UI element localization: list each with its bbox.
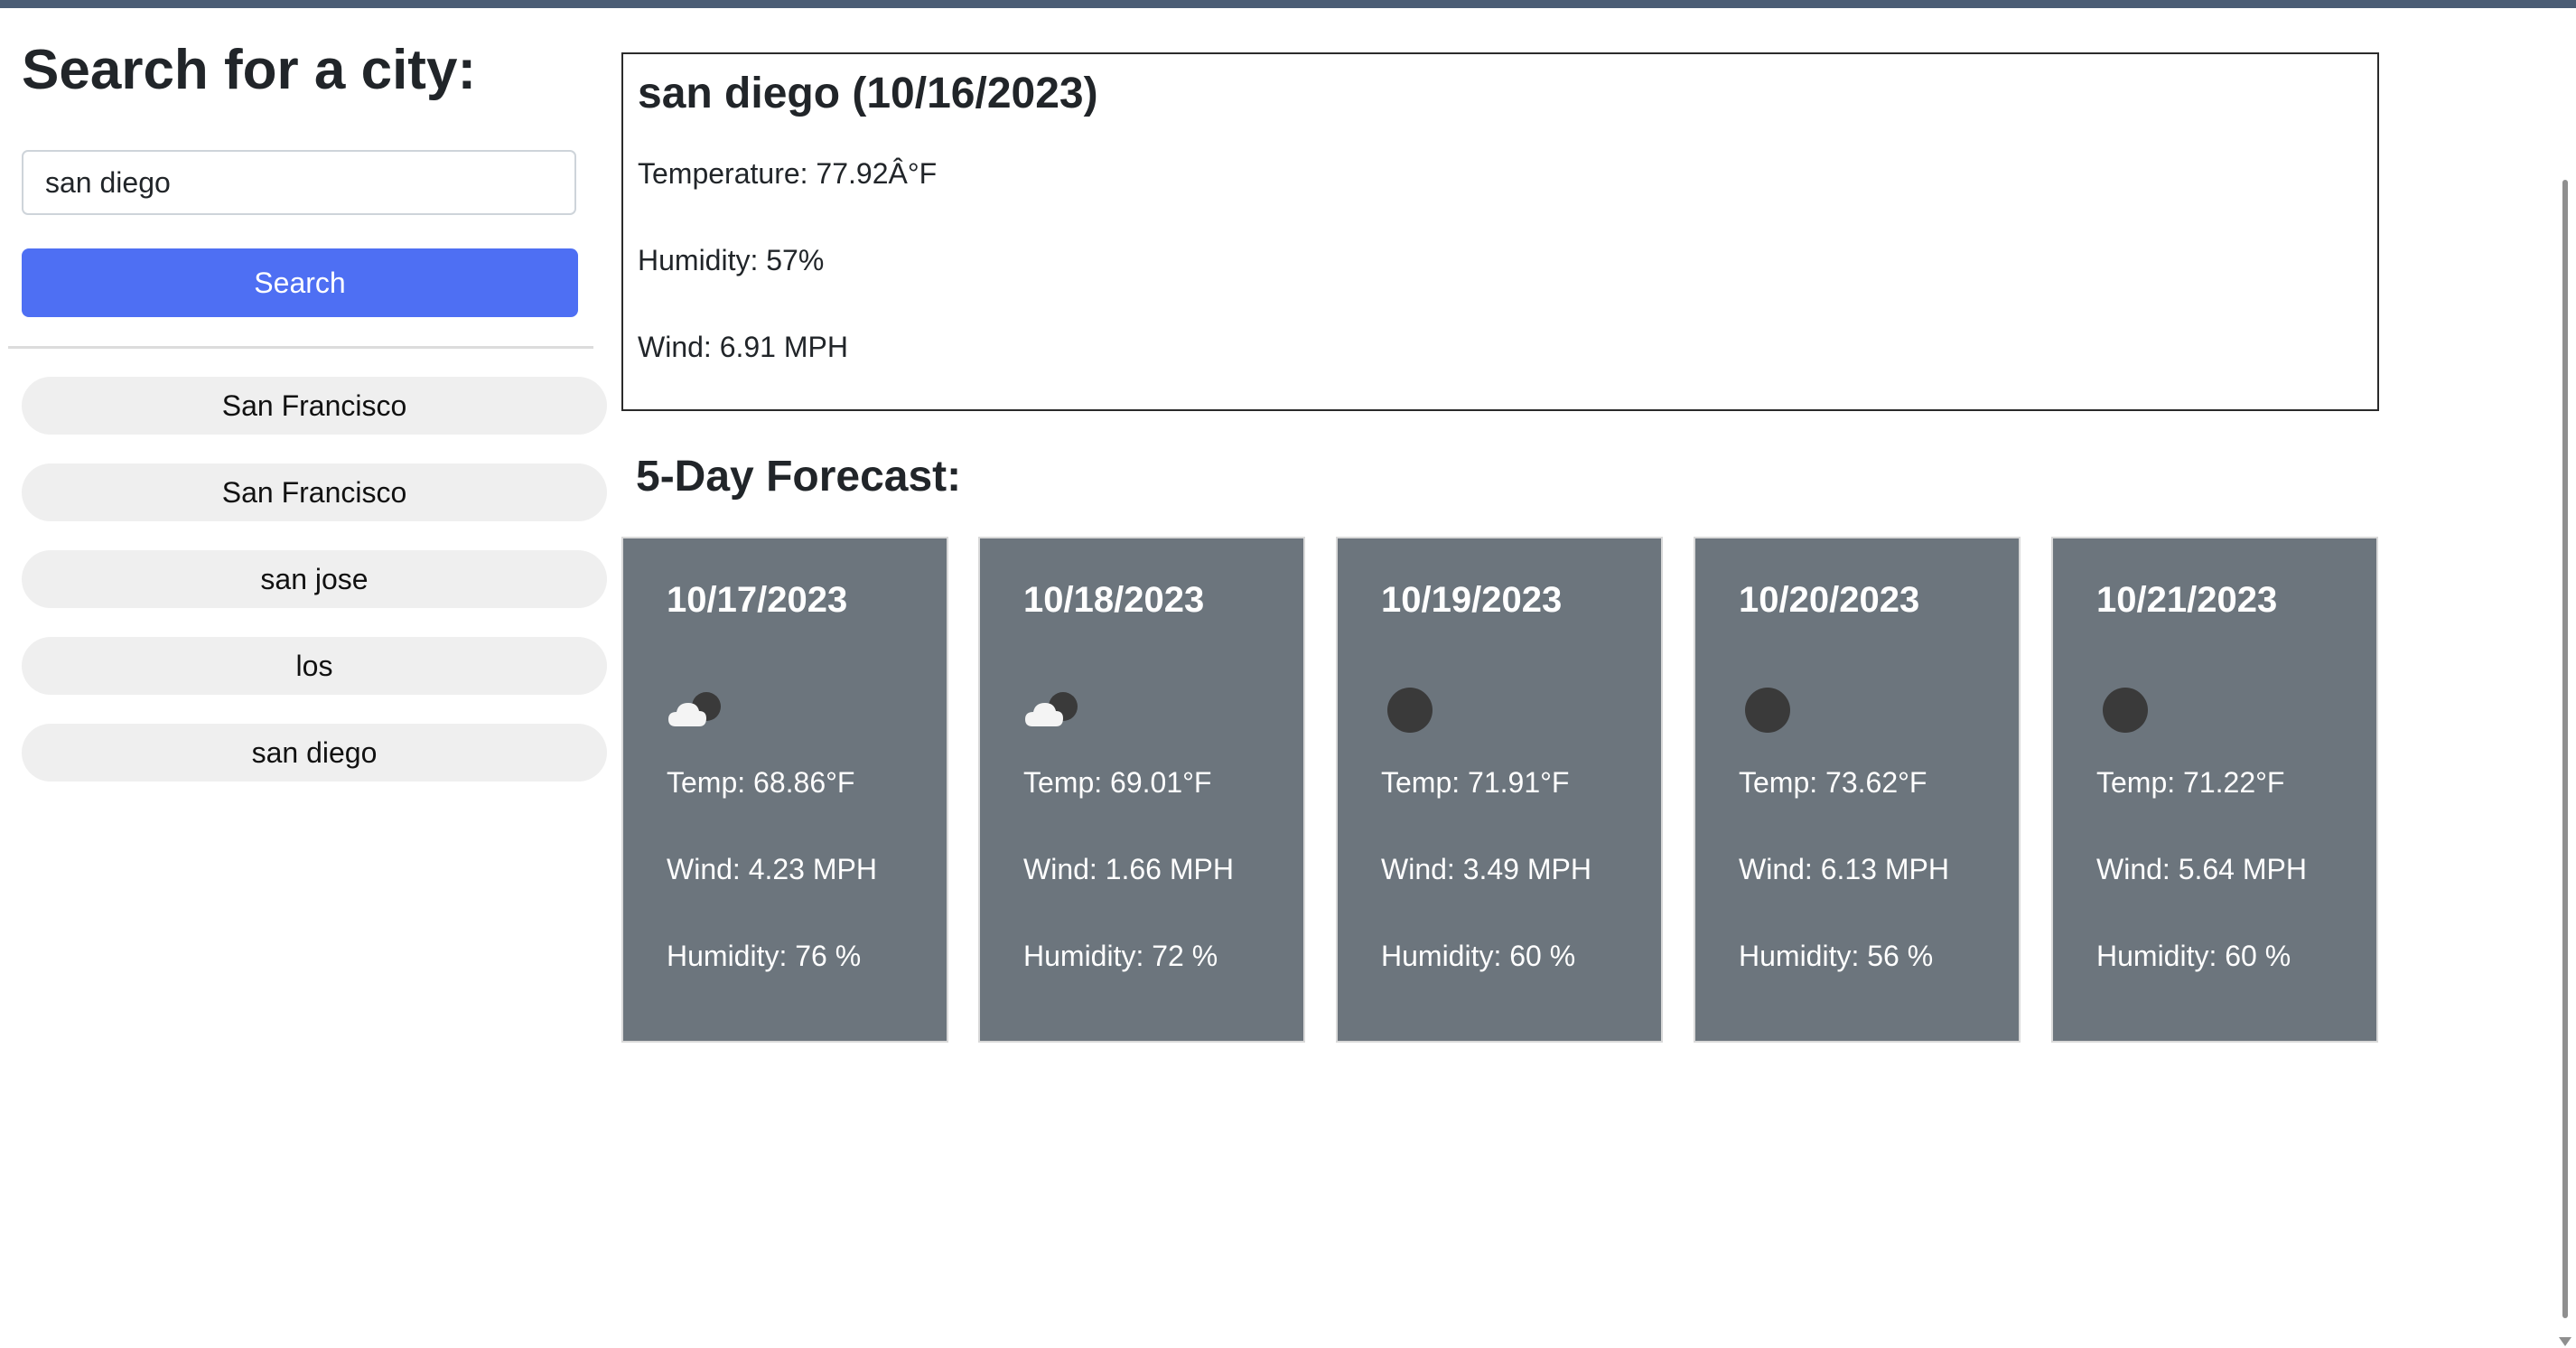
forecast-temp: Temp: 73.62°F	[1739, 766, 1927, 799]
search-history-list: San Francisco San Francisco san jose los…	[22, 377, 607, 810]
forecast-card: 10/21/2023 Temp: 71.22°F Wind: 5.64 MPH …	[2051, 537, 2378, 1043]
clear-night-icon	[1379, 683, 1442, 737]
partly-cloudy-night-icon	[1022, 683, 1085, 737]
forecast-humidity: Humidity: 72 %	[1023, 940, 1218, 972]
current-humidity: Humidity: 57%	[638, 244, 825, 276]
forecast-humidity: Humidity: 76 %	[667, 940, 862, 972]
clear-night-icon	[2095, 683, 2158, 737]
forecast-card: 10/20/2023 Temp: 73.62°F Wind: 6.13 MPH …	[1694, 537, 2021, 1043]
scrollbar-thumb[interactable]	[2562, 180, 2568, 1318]
top-bar	[0, 0, 2576, 8]
current-temperature: Temperature: 77.92Â°F	[638, 157, 938, 190]
clear-night-icon	[1737, 683, 1800, 737]
history-item[interactable]: san jose	[22, 550, 607, 608]
forecast-title: 5-Day Forecast:	[636, 453, 962, 501]
forecast-humidity: Humidity: 56 %	[1739, 940, 1934, 972]
forecast-card: 10/19/2023 Temp: 71.91°F Wind: 3.49 MPH …	[1336, 537, 1663, 1043]
forecast-wind: Wind: 3.49 MPH	[1381, 853, 1591, 885]
forecast-wind: Wind: 4.23 MPH	[667, 853, 877, 885]
current-weather-panel: san diego (10/16/2023) Temperature: 77.9…	[621, 52, 2379, 411]
partly-cloudy-night-icon	[665, 683, 728, 737]
current-wind: Wind: 6.91 MPH	[638, 331, 848, 363]
history-item[interactable]: San Francisco	[22, 463, 607, 521]
forecast-temp: Temp: 69.01°F	[1023, 766, 1212, 799]
forecast-wind: Wind: 5.64 MPH	[2096, 853, 2307, 885]
forecast-date: 10/21/2023	[2096, 580, 2278, 620]
forecast-date: 10/17/2023	[667, 580, 848, 620]
forecast-wind: Wind: 1.66 MPH	[1023, 853, 1234, 885]
forecast-card: 10/17/2023 Temp: 68.86°F Wind: 4.23 MPH …	[621, 537, 948, 1043]
vertical-scrollbar[interactable]	[2556, 8, 2576, 1348]
forecast-temp: Temp: 71.91°F	[1381, 766, 1570, 799]
history-item[interactable]: san diego	[22, 724, 607, 782]
forecast-date: 10/19/2023	[1381, 580, 1563, 620]
history-item[interactable]: los	[22, 637, 607, 695]
history-item[interactable]: San Francisco	[22, 377, 607, 435]
forecast-wind: Wind: 6.13 MPH	[1739, 853, 1949, 885]
forecast-date: 10/20/2023	[1739, 580, 1920, 620]
forecast-temp: Temp: 71.22°F	[2096, 766, 2285, 799]
forecast-card: 10/18/2023 Temp: 69.01°F Wind: 1.66 MPH …	[978, 537, 1305, 1043]
search-heading: Search for a city:	[22, 39, 477, 101]
forecast-temp: Temp: 68.86°F	[667, 766, 855, 799]
forecast-humidity: Humidity: 60 %	[2096, 940, 2291, 972]
city-search-input[interactable]	[22, 150, 576, 215]
scroll-down-arrow-icon[interactable]	[2559, 1337, 2571, 1346]
current-city-heading: san diego (10/16/2023)	[638, 70, 1098, 117]
search-button[interactable]: Search	[22, 248, 578, 317]
forecast-date: 10/18/2023	[1023, 580, 1205, 620]
forecast-cards: 10/17/2023 Temp: 68.86°F Wind: 4.23 MPH …	[621, 537, 2379, 1043]
forecast-humidity: Humidity: 60 %	[1381, 940, 1576, 972]
divider	[8, 346, 593, 349]
